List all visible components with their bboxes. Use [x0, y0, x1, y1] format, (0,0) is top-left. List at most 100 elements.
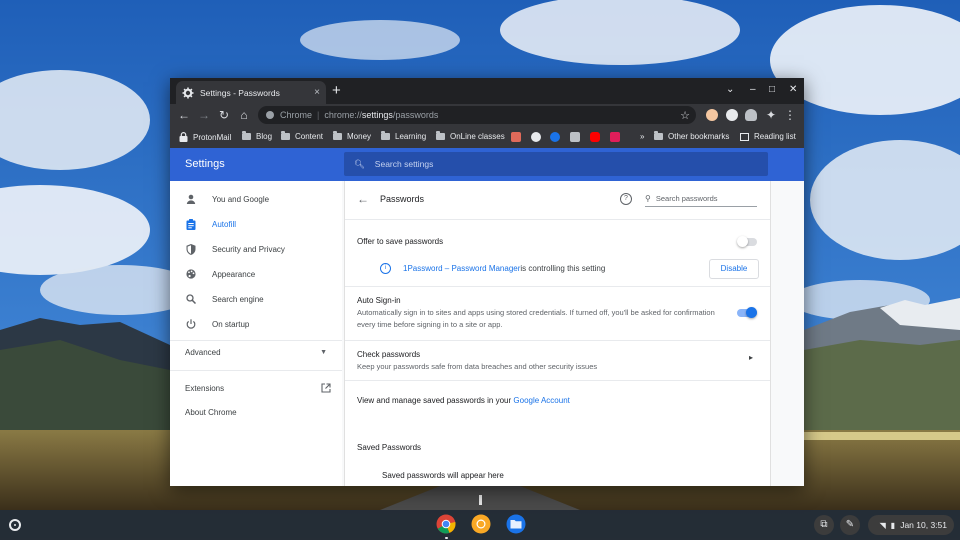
slack-icon[interactable]: [610, 132, 620, 142]
sidebar-item-label: On startup: [212, 319, 250, 329]
scheme-label: Chrome: [280, 110, 313, 120]
other-bookmarks-folder[interactable]: Other bookmarks: [654, 131, 730, 141]
check-passwords-title[interactable]: Check passwords: [357, 350, 420, 359]
bookmark-label: Blog: [256, 132, 273, 141]
tab-settings-passwords[interactable]: Settings - Passwords ×: [176, 81, 326, 104]
extension-1password-icon[interactable]: [726, 109, 738, 121]
auto-signin-description: Automatically sign in to sites and apps …: [357, 308, 715, 329]
forward-arrow-icon[interactable]: →: [197, 108, 211, 122]
address-bar[interactable]: Chrome | chrome://settings/passwords ☆: [258, 106, 696, 124]
reading-list-icon: [740, 132, 749, 141]
reading-list-button[interactable]: Reading list: [740, 132, 796, 141]
sidebar-advanced-toggle[interactable]: Advanced ▼: [185, 348, 327, 357]
search-passwords-placeholder: Search passwords: [655, 194, 718, 203]
bookmark-favicon-icon[interactable]: [511, 132, 521, 142]
url-prefix: chrome://: [324, 110, 362, 120]
bookmark-folder-content[interactable]: Content: [281, 131, 324, 141]
bookmark-folder-blog[interactable]: Blog: [242, 131, 273, 141]
running-indicator: [445, 537, 448, 539]
extension-cloud-icon[interactable]: [745, 109, 757, 121]
auto-signin-title: Auto Sign-in: [357, 296, 401, 305]
offer-to-save-toggle[interactable]: [737, 236, 757, 247]
files-icon[interactable]: [506, 514, 526, 534]
bookmark-star-icon[interactable]: ☆: [680, 109, 690, 122]
kebab-menu-icon[interactable]: ⋮: [783, 108, 797, 122]
chrome-icon[interactable]: [436, 514, 456, 534]
screen-capture-icon[interactable]: ⧉: [814, 515, 834, 535]
power-icon: [185, 318, 197, 330]
reload-icon[interactable]: ↻: [217, 108, 231, 122]
sidebar-item-label: You and Google: [212, 194, 270, 204]
tab-close-icon[interactable]: ×: [314, 87, 320, 98]
close-window-button[interactable]: ✕: [789, 84, 797, 96]
puzzle-piece-icon[interactable]: ✦: [764, 108, 778, 122]
auto-signin-toggle[interactable]: [737, 307, 757, 318]
browser-toolbar: ← → ↻ ⌂ Chrome | chrome://settings/passw…: [170, 104, 804, 126]
launcher-button[interactable]: [9, 519, 21, 531]
bookmark-folder-learning[interactable]: Learning: [381, 131, 427, 141]
sidebar-item-appearance[interactable]: Appearance: [185, 268, 255, 280]
manage-passwords-text: View and manage saved passwords in your: [357, 396, 514, 405]
folder-icon: [381, 131, 390, 140]
bookmarks-overflow-button[interactable]: »: [640, 132, 644, 141]
bookmark-label: ProtonMail: [193, 132, 232, 142]
passwords-panel: ← Passwords ? ⚲ Search passwords Offer t…: [344, 181, 771, 486]
tab-search-icon[interactable]: ⌄: [726, 84, 734, 96]
section-divider: [345, 380, 770, 381]
settings-sidebar: You and Google Autofill Security and Pri…: [170, 181, 342, 486]
other-bookmarks-label: Other bookmarks: [668, 132, 730, 141]
bookmark-label: Content: [295, 132, 324, 141]
maximize-button[interactable]: □: [769, 84, 775, 96]
sidebar-item-security-and-privacy[interactable]: Security and Privacy: [185, 243, 285, 255]
help-icon[interactable]: ?: [620, 193, 632, 205]
back-arrow-icon[interactable]: ←: [357, 192, 369, 206]
stylus-icon[interactable]: ✎: [840, 515, 860, 535]
date-time: Jan 10, 3:51: [900, 520, 947, 530]
disable-button[interactable]: Disable: [709, 259, 759, 279]
bookmark-favicon-icon[interactable]: [570, 132, 580, 142]
folder-icon: [242, 131, 251, 140]
tab-strip: Settings - Passwords × + ⌄ – □ ✕: [170, 78, 804, 104]
extension-avatar-icon[interactable]: [706, 109, 718, 121]
bookmark-favicon-icon[interactable]: [550, 132, 560, 142]
sidebar-item-search-engine[interactable]: Search engine: [185, 293, 264, 305]
sidebar-item-about-chrome[interactable]: About Chrome: [185, 408, 237, 417]
site-info-icon[interactable]: [266, 111, 274, 119]
url-host: settings: [361, 110, 393, 120]
section-divider: [345, 219, 770, 220]
google-account-link[interactable]: Google Account: [513, 396, 569, 405]
folder-icon: [436, 131, 445, 140]
bookmark-label: Learning: [395, 132, 427, 141]
sidebar-item-autofill[interactable]: Autofill: [185, 218, 236, 230]
person-icon: [185, 193, 197, 205]
bookmark-folder-money[interactable]: Money: [333, 131, 372, 141]
bookmark-favicon-icon[interactable]: [531, 132, 541, 142]
sidebar-item-extensions[interactable]: Extensions: [185, 383, 331, 393]
bookmark-protonmail[interactable]: ProtonMail: [179, 132, 231, 142]
bookmark-folder-online-classes[interactable]: OnLine classes: [436, 131, 505, 141]
gear-icon: [182, 87, 194, 98]
chrome-canary-icon[interactable]: [471, 514, 491, 534]
sidebar-item-label: About Chrome: [185, 408, 237, 417]
minimize-button[interactable]: –: [750, 84, 756, 96]
settings-search-input[interactable]: 🔍︎ Search settings: [344, 152, 768, 176]
password-manager-link[interactable]: 1Password – Password Manager: [403, 264, 520, 273]
new-tab-button[interactable]: +: [332, 83, 341, 98]
sidebar-item-label: Appearance: [212, 269, 256, 279]
back-arrow-icon[interactable]: ←: [177, 108, 191, 122]
bookmark-label: OnLine classes: [450, 132, 505, 141]
chevron-right-icon[interactable]: ▸: [749, 353, 753, 362]
info-icon: i: [380, 263, 391, 274]
status-tray[interactable]: ◥ ▮ Jan 10, 3:51: [868, 515, 954, 535]
url-path: /passwords: [392, 110, 439, 120]
folder-icon: [281, 131, 290, 140]
bookmark-label: Money: [347, 132, 372, 141]
sidebar-item-you-and-google[interactable]: You and Google: [185, 193, 269, 205]
sidebar-item-on-startup[interactable]: On startup: [185, 318, 249, 330]
home-icon[interactable]: ⌂: [237, 108, 251, 122]
wifi-icon: ◥: [879, 520, 886, 530]
search-passwords-input[interactable]: ⚲ Search passwords: [645, 191, 757, 207]
search-icon: 🔍︎: [354, 158, 365, 169]
youtube-icon[interactable]: [590, 132, 600, 142]
open-in-new-icon: [321, 383, 331, 393]
